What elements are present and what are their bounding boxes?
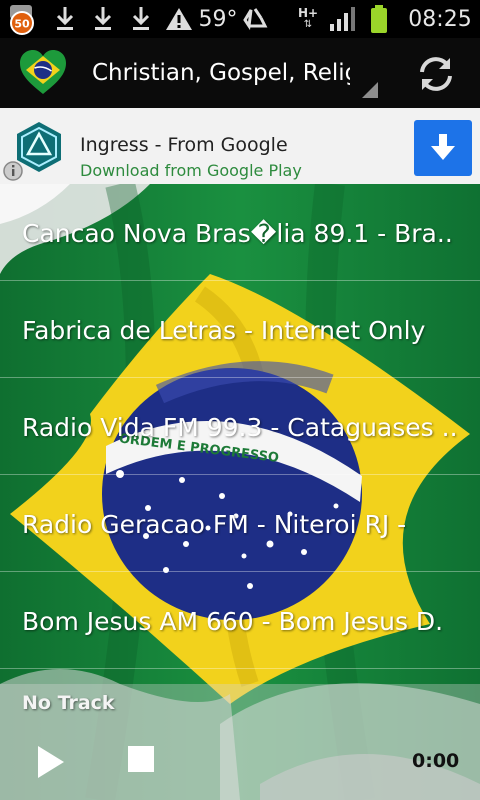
action-bar: Christian, Gospel, Religio <box>0 38 480 109</box>
signal-icon <box>328 0 356 38</box>
battery-icon <box>368 0 390 38</box>
notification-count: 50 <box>14 18 30 31</box>
station-label: Radio Geracao FM - Niteroi RJ - <box>22 510 407 539</box>
ad-title: Ingress - From Google <box>80 134 288 156</box>
notification-badge-icon: 50 <box>2 0 46 38</box>
network-type-icon: H+ ⇅ <box>297 6 319 30</box>
download-icon <box>90 0 116 38</box>
player-bar: No Track 0:00 <box>0 684 480 800</box>
track-name: No Track <box>22 692 115 714</box>
ad-subtitle: Download from Google Play <box>80 161 302 180</box>
elapsed-time: 0:00 <box>412 750 460 772</box>
download-icon <box>128 0 154 38</box>
play-icon <box>38 746 64 778</box>
station-label: Bom Jesus AM 660 - Bom Jesus D. <box>22 607 444 636</box>
warning-icon <box>164 0 194 38</box>
station-row[interactable]: Cancao Nova Bras�lia 89.1 - Bra.. <box>0 184 480 281</box>
status-bar: 50 59° H+ ⇅ 08:25 <box>0 0 480 38</box>
refresh-icon[interactable] <box>414 54 460 94</box>
station-label: Cancao Nova Bras�lia 89.1 - Bra.. <box>22 219 453 248</box>
info-icon[interactable] <box>2 160 24 182</box>
station-row[interactable]: Radio Vida FM 99.3 - Cataguases .. <box>0 378 480 475</box>
download-arrow-icon <box>431 134 455 160</box>
spinner-arrow-icon[interactable] <box>362 82 378 98</box>
stop-button[interactable] <box>128 746 154 772</box>
station-list: Cancao Nova Bras�lia 89.1 - Bra.. Fabric… <box>0 184 480 669</box>
station-row[interactable]: Radio Geracao FM - Niteroi RJ - <box>0 475 480 572</box>
brazil-heart-logo-icon[interactable] <box>18 48 68 96</box>
station-label: Fabrica de Letras - Internet Only <box>22 316 426 345</box>
app-screen: 50 59° H+ ⇅ 08:25 Christian, Gospel, Rel… <box>0 0 480 800</box>
network-type-text: H+ <box>297 6 319 20</box>
recycle-icon <box>240 0 270 38</box>
ad-download-button[interactable] <box>414 120 472 176</box>
download-icon <box>52 0 78 38</box>
category-spinner[interactable]: Christian, Gospel, Religio <box>92 38 350 108</box>
play-button[interactable] <box>30 742 70 782</box>
station-row[interactable]: Fabrica de Letras - Internet Only <box>0 281 480 378</box>
station-label: Radio Vida FM 99.3 - Cataguases .. <box>22 413 458 442</box>
clock-text: 08:25 <box>408 6 472 32</box>
temperature-text: 59° <box>198 6 238 32</box>
ad-banner[interactable]: Ingress - From Google Download from Goog… <box>0 108 480 184</box>
station-row[interactable]: Bom Jesus AM 660 - Bom Jesus D. <box>0 572 480 669</box>
